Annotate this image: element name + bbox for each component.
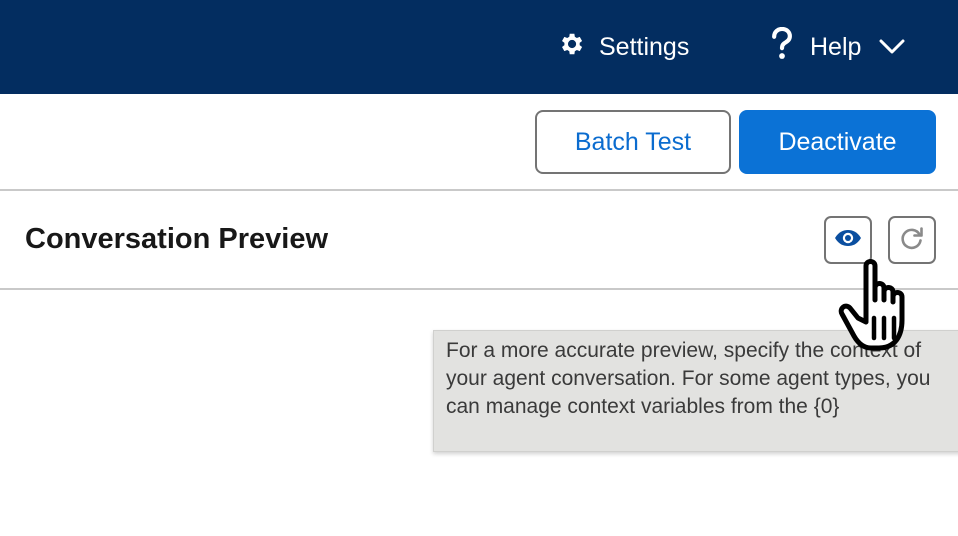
conversation-preview-header: Conversation Preview [0, 191, 958, 290]
refresh-icon [899, 225, 925, 256]
global-header: Settings Help [0, 0, 958, 94]
preview-context-tooltip: For a more accurate preview, specify the… [433, 330, 958, 452]
help-menu[interactable]: Help [768, 0, 905, 94]
settings-label: Settings [599, 32, 690, 61]
gear-icon [557, 30, 585, 65]
preview-context-button[interactable] [824, 216, 872, 264]
eye-icon [834, 229, 862, 252]
refresh-button[interactable] [888, 216, 936, 264]
help-label: Help [810, 32, 862, 61]
question-icon [768, 26, 796, 68]
action-bar: Batch Test Deactivate [0, 94, 958, 191]
batch-test-button[interactable]: Batch Test [535, 110, 731, 174]
panel-title: Conversation Preview [25, 223, 328, 255]
settings-menu[interactable]: Settings [557, 0, 689, 94]
chevron-down-icon[interactable] [879, 39, 905, 55]
deactivate-button[interactable]: Deactivate [739, 110, 936, 174]
